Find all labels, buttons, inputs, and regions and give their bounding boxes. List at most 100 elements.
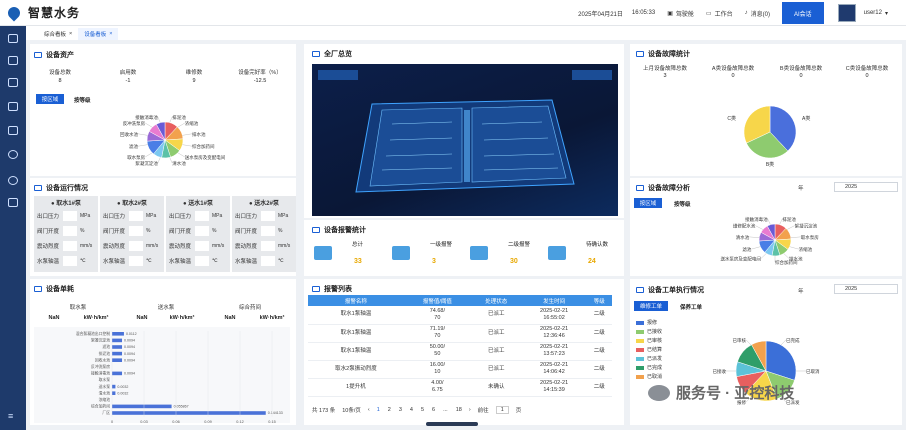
legend-item[interactable]: 已接收: [636, 328, 662, 335]
column-header[interactable]: 发生时间: [521, 295, 587, 306]
monitor-alert-icon: [548, 246, 566, 260]
close-icon[interactable]: ×: [69, 31, 72, 37]
page-number[interactable]: 1: [377, 407, 380, 413]
metric-label: 震动烈度: [169, 243, 192, 250]
pump-metric-row: 出口压力 MPa: [166, 208, 230, 223]
by-area-button[interactable]: 按区域: [36, 94, 64, 104]
metric-unit: mm/s: [278, 242, 291, 249]
list-icon[interactable]: [8, 56, 18, 65]
scroll-handle[interactable]: [426, 422, 478, 426]
box-icon[interactable]: [8, 78, 18, 87]
message-link[interactable]: ♪ 消息(0): [745, 9, 770, 18]
year-picker[interactable]: 2025: [834, 182, 898, 192]
page-size-select[interactable]: 10条/页: [342, 406, 361, 414]
legend-item[interactable]: 已完成: [636, 364, 662, 371]
table-row[interactable]: 1提升机 4.00/6.75 未确认 2025-02-21 14:15:39 二级: [308, 378, 612, 397]
category-label: 滤池: [102, 344, 110, 349]
menu-collapse-icon[interactable]: ≡: [8, 411, 13, 421]
legend-swatch: [636, 329, 644, 334]
table-row[interactable]: 取水1泵轴温 74.68/70 已派工 2025-02-21 16:55:02 二级: [308, 306, 612, 325]
settings-icon[interactable]: [8, 176, 18, 185]
energy-group-label: 取水泵: [69, 305, 87, 311]
stat-value: -12.5: [253, 78, 267, 84]
page-unit-label: 页: [515, 408, 522, 414]
table-row[interactable]: 取水1泵轴温 71.19/70 已派工 2025-02-21 12:36:46 二级: [308, 324, 612, 343]
monitor-alert-icon: [314, 246, 332, 260]
metric-unit: ℃: [278, 257, 284, 264]
goto-page-input[interactable]: 1: [495, 406, 509, 414]
shield-icon[interactable]: [8, 150, 18, 159]
avatar[interactable]: [837, 4, 856, 22]
page-number[interactable]: 4: [410, 407, 413, 413]
metric-value-field: [129, 210, 144, 221]
monitor-icon: [312, 286, 320, 292]
by-area-button[interactable]: 按区域: [634, 198, 662, 208]
bar[interactable]: [112, 391, 116, 395]
bar[interactable]: [112, 358, 123, 362]
water-drop-icon: [5, 4, 23, 21]
column-header[interactable]: 报警值/阈值: [403, 295, 471, 306]
table-cell: 50.00/50: [403, 342, 471, 361]
pump-name: ● 送水2#泵: [249, 200, 279, 207]
by-level-button[interactable]: 按等级: [674, 200, 691, 208]
pump-metric-row: 水泵轴温 ℃: [232, 253, 296, 268]
page-number[interactable]: 6: [432, 407, 435, 413]
bar[interactable]: [112, 411, 266, 415]
plant-3d-view[interactable]: [312, 64, 618, 216]
metric-label: 阀门开度: [37, 228, 60, 235]
fault-stat-label: A类设备故障总数: [711, 66, 755, 72]
column-header[interactable]: 报警名称: [308, 295, 404, 306]
page-number[interactable]: 3: [399, 407, 402, 413]
tab-device-board[interactable]: 设备看板 ×: [78, 28, 119, 40]
monitor-icon[interactable]: [8, 34, 18, 43]
close-icon[interactable]: ×: [109, 31, 112, 37]
next-page-icon[interactable]: ›: [469, 407, 471, 413]
bar-value-label: 0.0032: [117, 391, 128, 395]
maintenance-order-tab[interactable]: 保养工单: [680, 303, 702, 311]
column-header[interactable]: 等级: [586, 295, 612, 306]
column-header[interactable]: 处理状态: [470, 295, 522, 306]
x-tick-label: 0.09: [204, 420, 211, 423]
bar[interactable]: [112, 371, 123, 376]
device-icon[interactable]: [8, 126, 18, 135]
stat-value: 9: [192, 78, 196, 84]
cockpit-link[interactable]: ▣ 驾驶舱: [667, 9, 694, 18]
page-number[interactable]: ...: [443, 407, 448, 413]
bar[interactable]: [112, 332, 124, 336]
metric-label: 出口压力: [235, 213, 258, 220]
year-picker[interactable]: 2025: [834, 284, 898, 294]
legend-item[interactable]: 报修: [636, 319, 657, 326]
document-icon[interactable]: [8, 198, 18, 207]
ai-chat-button[interactable]: AI会话: [781, 2, 824, 24]
page-number[interactable]: 18: [456, 407, 462, 413]
metric-unit: ℃: [146, 257, 152, 264]
bar[interactable]: [112, 404, 172, 409]
table-row[interactable]: 取水2泵振动烈度 16.00/10 已派工 2025-02-21 14:06:42 二级: [308, 360, 612, 379]
prev-page-icon[interactable]: ‹: [368, 407, 370, 413]
table-row[interactable]: 取水1泵轴温 50.00/50 已派工 2025-02-21 13:57:23 二级: [308, 342, 612, 361]
legend-item[interactable]: 已取消: [636, 373, 662, 380]
home-icon[interactable]: [8, 102, 18, 111]
stat-label: 维修数: [185, 70, 203, 76]
bar[interactable]: [112, 345, 123, 349]
tab-overview[interactable]: 综合看板 ×: [38, 28, 78, 40]
pie-label: A类: [802, 115, 810, 122]
by-level-button[interactable]: 按等级: [74, 96, 91, 104]
page-number[interactable]: 5: [421, 407, 424, 413]
category-label: 厂区: [102, 411, 110, 415]
legend-item[interactable]: 已派发: [636, 355, 662, 362]
metric-value-field: [63, 225, 78, 236]
bar[interactable]: [112, 384, 116, 389]
metric-value-field: [261, 255, 276, 266]
metric-value-field: [129, 225, 144, 236]
user-menu[interactable]: user12 ▾: [864, 10, 888, 17]
bar[interactable]: [112, 351, 123, 356]
workbench-link[interactable]: ▭ 工作台: [706, 9, 733, 18]
repair-order-tab[interactable]: 维修工单: [634, 301, 668, 311]
pie-label: 已完成: [786, 337, 800, 344]
page-number[interactable]: 2: [388, 407, 391, 413]
bar[interactable]: [112, 338, 123, 343]
legend-item[interactable]: 已结算: [636, 346, 662, 353]
legend-item[interactable]: 已审核: [636, 337, 662, 344]
alarm-stat-value: 30: [510, 258, 518, 265]
